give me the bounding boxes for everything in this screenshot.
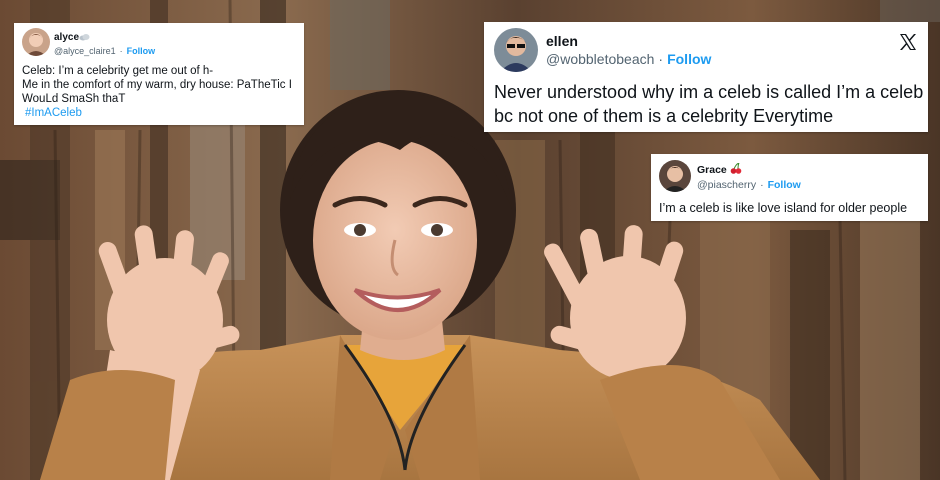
display-name[interactable]: ellen (546, 33, 711, 49)
follow-button[interactable]: Follow (768, 179, 801, 191)
tweet-line: bc not one of them is a celebrity Everyt… (494, 106, 834, 126)
tweet-header: Grace @piascherry · Follow (659, 160, 920, 192)
tweet-card-grace: Grace @piascherry · Follow I’m a celeb i… (651, 154, 928, 221)
handle[interactable]: @wobbletobeach (546, 51, 654, 67)
avatar[interactable] (22, 28, 50, 56)
tweet-card-ellen: ellen @wobbletobeach · Follow Never unde… (484, 22, 928, 132)
handle[interactable]: @piascherry (697, 179, 756, 191)
follow-button[interactable]: Follow (127, 46, 156, 56)
display-name[interactable]: alyce (54, 32, 79, 43)
x-logo-icon[interactable] (898, 32, 918, 52)
tweet-line: Me in the comfort of my warm, dry house:… (22, 79, 292, 91)
tweet-text: Never understood why im a celeb is calle… (494, 80, 924, 128)
avatar[interactable] (494, 28, 538, 72)
tweet-line: WouLd SmaSh thaT (22, 93, 126, 105)
tweet-line: I’m a celeb is like love island for olde… (659, 201, 908, 215)
tweet-card-alyce: alyce @alyce_claire1 · Follow Celeb: I’m… (14, 23, 304, 125)
tweet-text: Celeb: I’m a celebrity get me out of h- … (22, 64, 296, 120)
separator-dot: · (658, 51, 664, 67)
display-name[interactable]: Grace (697, 164, 727, 176)
tweet-header: alyce @alyce_claire1 · Follow (22, 28, 296, 56)
follow-button[interactable]: Follow (667, 51, 711, 67)
tweet-line: Never understood why im a celeb is calle… (494, 82, 924, 102)
cherries-emoji-icon (730, 161, 742, 179)
hashtag-link[interactable]: #ImACeleb (25, 106, 296, 120)
tweet-header: ellen @wobbletobeach · Follow (494, 28, 918, 72)
handle[interactable]: @alyce_claire1 (54, 46, 116, 56)
separator-dot: · (119, 46, 123, 56)
separator-dot: · (760, 179, 764, 191)
avatar[interactable] (659, 160, 691, 192)
tweet-line: Celeb: I’m a celebrity get me out of h- (22, 65, 214, 77)
cloud-emoji-icon (79, 28, 90, 46)
tweet-text: I’m a celeb is like love island for olde… (659, 201, 920, 216)
